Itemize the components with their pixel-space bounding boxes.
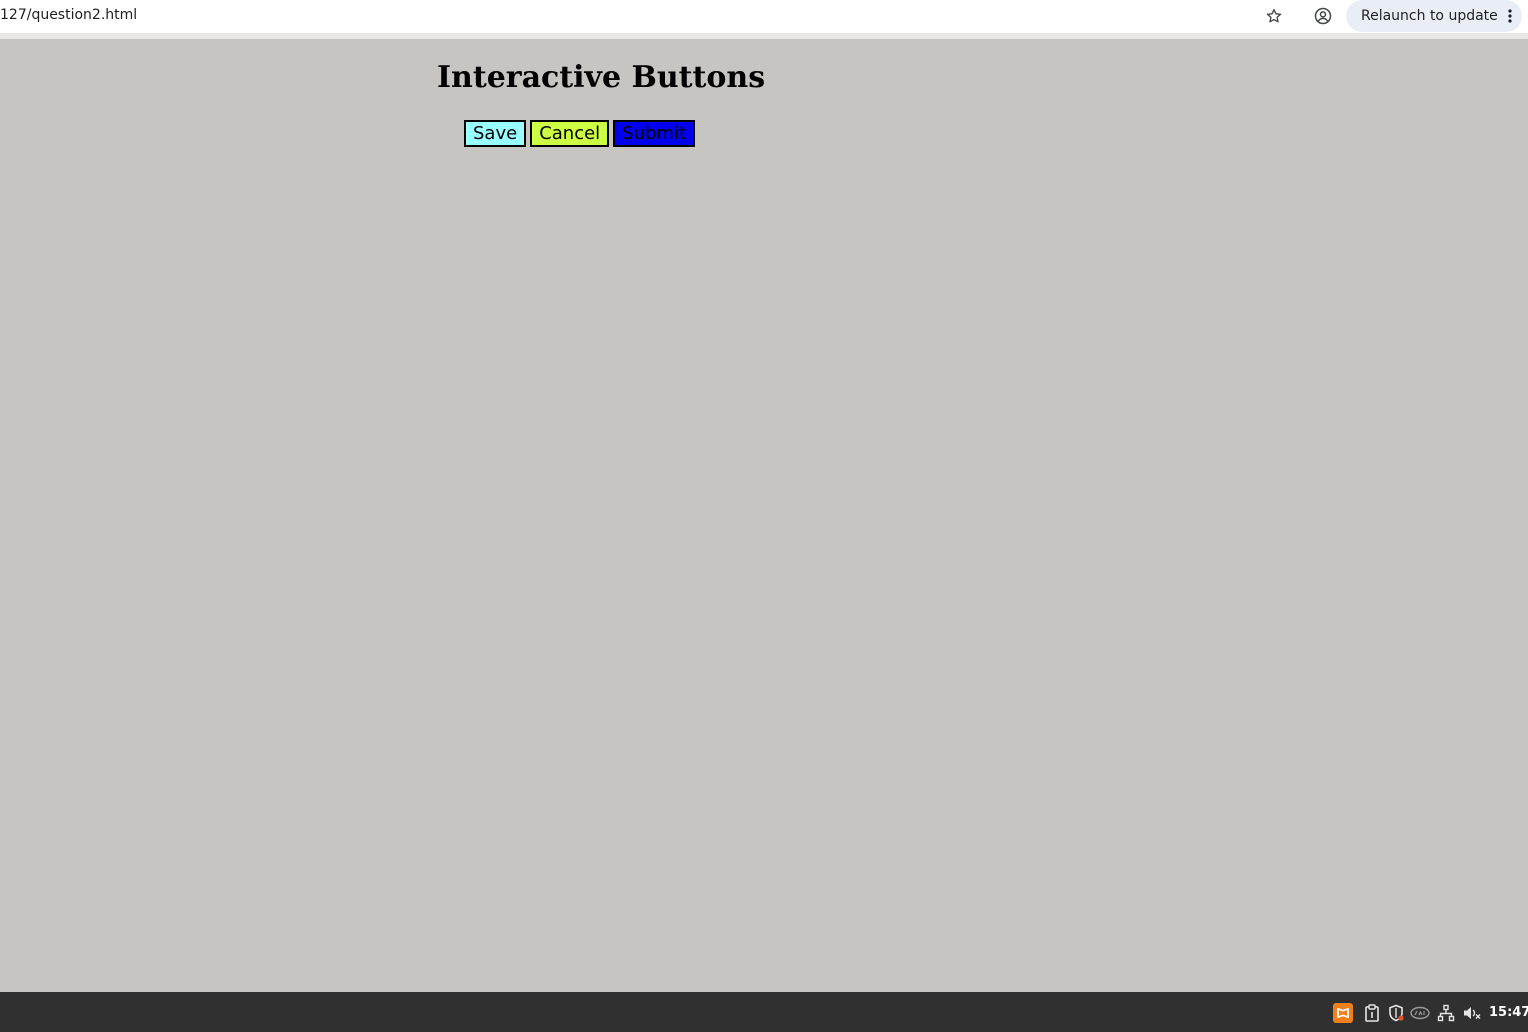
page-title: Interactive Buttons: [437, 60, 766, 95]
relaunch-label: Relaunch to update: [1361, 8, 1498, 24]
network-icon[interactable]: [1436, 1003, 1456, 1023]
address-bar[interactable]: 127/question2.html: [0, 0, 1298, 33]
volume-muted-icon[interactable]: [1462, 1003, 1482, 1023]
menu-dots-icon[interactable]: [1508, 9, 1512, 23]
save-button[interactable]: Save: [464, 120, 527, 147]
relaunch-button[interactable]: Relaunch to update: [1346, 0, 1522, 32]
cancel-button[interactable]: Cancel: [530, 120, 610, 147]
submit-button[interactable]: Submit: [613, 120, 696, 147]
app-icon[interactable]: [1333, 1003, 1353, 1023]
star-icon[interactable]: [1262, 4, 1286, 28]
taskbar: 15:47: [0, 992, 1528, 1032]
clipboard-icon[interactable]: [1362, 1003, 1382, 1023]
url-text[interactable]: 127/question2.html: [0, 7, 137, 23]
shield-icon[interactable]: [1386, 1003, 1406, 1023]
taskbar-clock[interactable]: 15:47: [1489, 1005, 1528, 1020]
intel-icon[interactable]: [1410, 1003, 1430, 1023]
toolbar-divider: [0, 33, 1528, 39]
profile-icon[interactable]: [1311, 4, 1335, 28]
browser-toolbar: 127/question2.html Relaunch to update: [0, 0, 1528, 33]
button-row: Save Cancel Submit: [464, 120, 696, 147]
